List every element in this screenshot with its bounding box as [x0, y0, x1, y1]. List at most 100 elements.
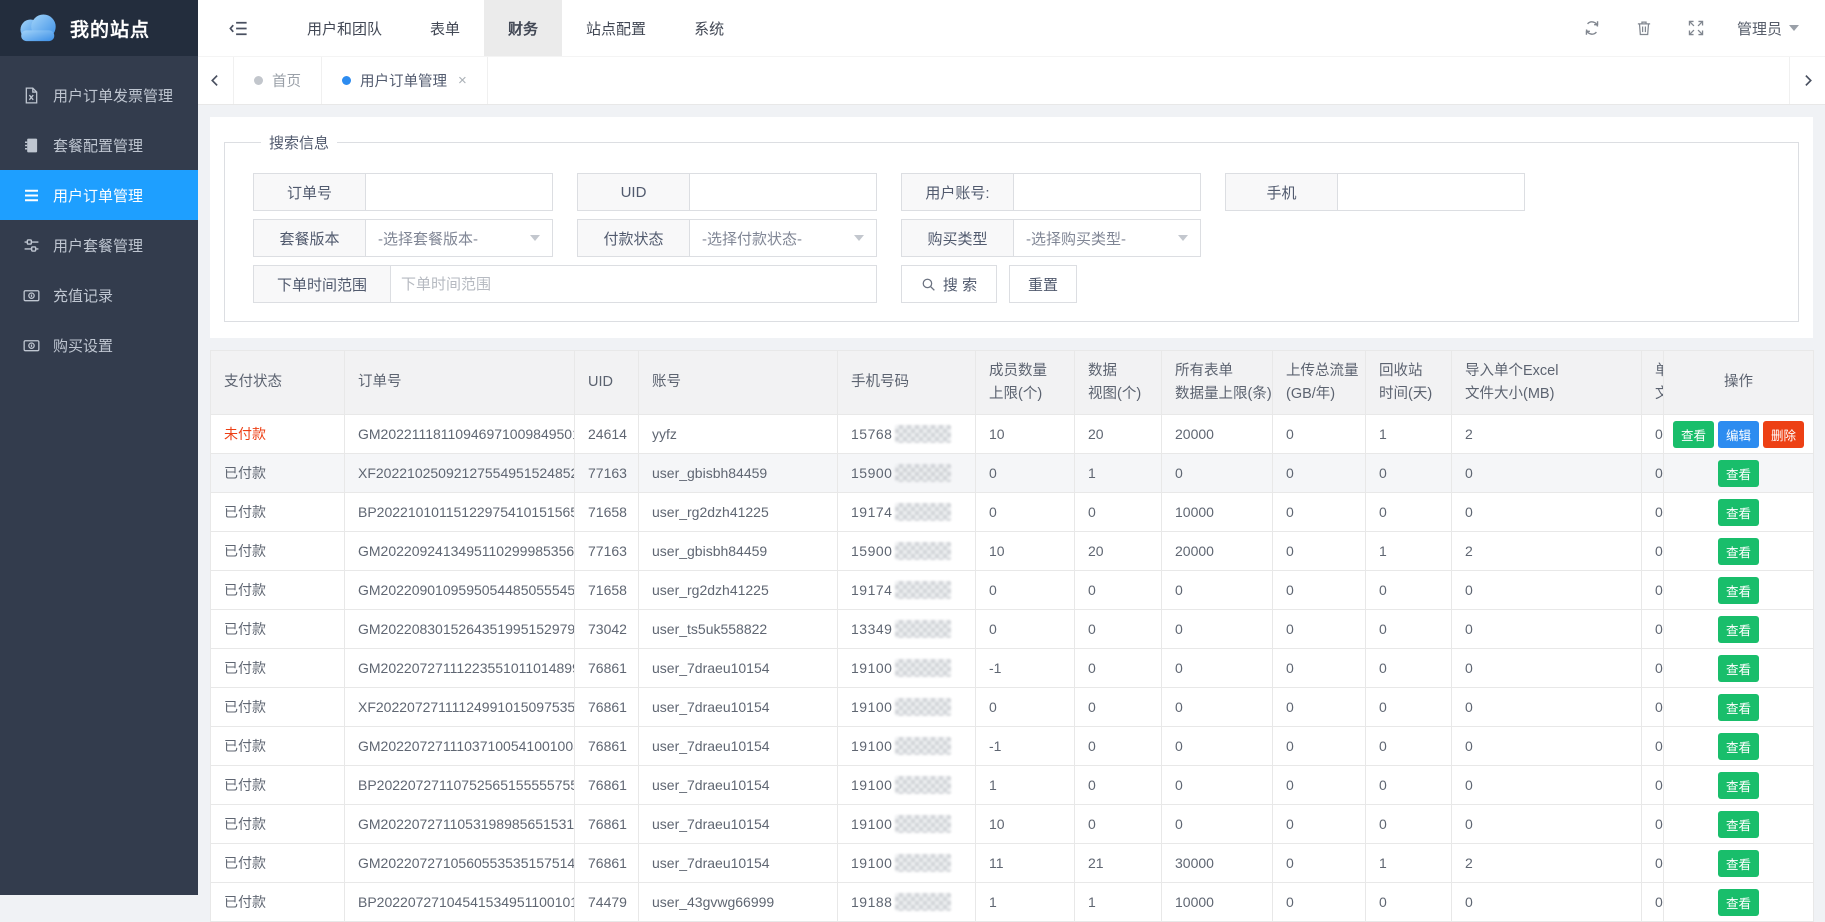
cell-clipped: 0: [1642, 766, 1664, 805]
view-button[interactable]: 查看: [1718, 694, 1759, 721]
tab-home[interactable]: 首页: [234, 57, 322, 104]
view-button[interactable]: 查看: [1718, 889, 1759, 916]
order-list-icon: [22, 186, 41, 205]
cell-actions: 查看: [1664, 571, 1814, 610]
phone-mosaic: [895, 698, 951, 716]
order-time-range-field: 下单时间范围: [253, 265, 877, 303]
invoice-file-icon: [22, 86, 41, 105]
phone-mosaic: [895, 581, 951, 599]
mobile-field: 手机: [1225, 173, 1525, 211]
phone-prefix: 13349: [851, 621, 892, 637]
menu-collapse-icon[interactable]: [228, 18, 249, 39]
view-button[interactable]: 查看: [1673, 421, 1714, 448]
cell-actions: 查看: [1664, 532, 1814, 571]
cell-clipped: 0: [1642, 805, 1664, 844]
nav-item-users-teams[interactable]: 用户和团队: [283, 0, 406, 56]
cell-actions: 查看: [1664, 493, 1814, 532]
sidebar-item-user-packages[interactable]: 用户套餐管理: [0, 220, 198, 270]
table-row: 未付款GM2022111811094697100984950124614yyfz…: [211, 415, 1814, 454]
view-button[interactable]: 查看: [1718, 772, 1759, 799]
cell-phone: 19100: [838, 805, 976, 844]
sidebar-item-invoice-management[interactable]: 用户订单发票管理: [0, 70, 198, 120]
cloud-icon: [14, 10, 60, 47]
package-version-select[interactable]: -选择套餐版本-: [365, 219, 553, 257]
nav-item-site-config[interactable]: 站点配置: [562, 0, 670, 56]
edit-button[interactable]: 编辑: [1718, 421, 1759, 448]
user-menu[interactable]: 管理员: [1737, 18, 1799, 39]
phone-prefix: 19174: [851, 582, 892, 598]
orders-table: 支付状态订单号UID账号手机号码成员数量上限(个)数据视图(个)所有表单数据量上…: [210, 350, 1814, 922]
view-button[interactable]: 查看: [1718, 616, 1759, 643]
cell-clipped: 0: [1642, 454, 1664, 493]
view-button[interactable]: 查看: [1718, 577, 1759, 604]
cell-member-limit: 0: [976, 454, 1075, 493]
sidebar-item-purchase-settings[interactable]: 购买设置: [0, 320, 198, 370]
cell-order-no: GM20220727110531989856515310: [345, 805, 575, 844]
cell-account: user_7draeu10154: [639, 727, 838, 766]
cell-phone: 19100: [838, 649, 976, 688]
cell-payment-status: 已付款: [211, 883, 345, 922]
reset-button[interactable]: 重置: [1009, 265, 1077, 303]
cell-form-data-limit: 0: [1162, 454, 1273, 493]
search-legend: 搜索信息: [261, 132, 337, 153]
tab-dot: [342, 76, 351, 85]
tabs-scroll-left-icon[interactable]: [198, 57, 234, 104]
view-button[interactable]: 查看: [1718, 499, 1759, 526]
cell-phone: 13349: [838, 610, 976, 649]
phone-prefix: 19100: [851, 738, 892, 754]
cell-uid: 76861: [575, 766, 639, 805]
cell-clipped: 0: [1642, 844, 1664, 883]
package-config-icon: [22, 136, 41, 155]
cell-payment-status: 已付款: [211, 571, 345, 610]
cell-member-limit: 1: [976, 883, 1075, 922]
cell-phone: 19100: [838, 727, 976, 766]
phone-mosaic: [895, 854, 951, 872]
cell-data-views: 1: [1075, 454, 1162, 493]
cell-uid: 71658: [575, 493, 639, 532]
cell-member-limit: -1: [976, 649, 1075, 688]
nav-item-system[interactable]: 系统: [670, 0, 748, 56]
view-button[interactable]: 查看: [1718, 850, 1759, 877]
sidebar-item-recharge-records[interactable]: 充值记录: [0, 270, 198, 320]
tabs-scroll-right-icon[interactable]: [1789, 57, 1825, 104]
nav-item-finance[interactable]: 财务: [484, 0, 562, 56]
delete-button[interactable]: 删除: [1763, 421, 1804, 448]
cell-data-views: 0: [1075, 805, 1162, 844]
cell-clipped: 0: [1642, 727, 1664, 766]
nav-item-forms[interactable]: 表单: [406, 0, 484, 56]
cell-actions: 查看: [1664, 766, 1814, 805]
sidebar-item-user-orders[interactable]: 用户订单管理: [0, 170, 198, 220]
sidebar-item-label: 购买设置: [53, 335, 113, 356]
view-button[interactable]: 查看: [1718, 733, 1759, 760]
view-button[interactable]: 查看: [1718, 811, 1759, 838]
close-icon[interactable]: ×: [458, 72, 467, 89]
sidebar-item-package-config[interactable]: 套餐配置管理: [0, 120, 198, 170]
view-button[interactable]: 查看: [1718, 538, 1759, 565]
tab-user-order-management[interactable]: 用户订单管理 ×: [322, 57, 488, 104]
mobile-input[interactable]: [1337, 173, 1525, 211]
order-time-range-input[interactable]: [390, 265, 877, 303]
cell-upload-traffic: 0: [1273, 844, 1366, 883]
cell-uid: 76861: [575, 649, 639, 688]
cell-upload-traffic: 0: [1273, 649, 1366, 688]
view-button[interactable]: 查看: [1718, 460, 1759, 487]
fullscreen-icon[interactable]: [1687, 19, 1705, 37]
cell-excel-size: 0: [1452, 766, 1642, 805]
cell-actions: 查看: [1664, 805, 1814, 844]
cell-order-no: BP20220727110752565155555755: [345, 766, 575, 805]
column-header-12: 操作: [1664, 351, 1814, 415]
phone-mosaic: [895, 425, 951, 443]
user-account-input[interactable]: [1013, 173, 1201, 211]
refresh-icon[interactable]: [1583, 19, 1601, 37]
order-no-input[interactable]: [365, 173, 553, 211]
uid-input[interactable]: [689, 173, 877, 211]
search-button[interactable]: 搜 索: [901, 265, 997, 303]
payment-status-select[interactable]: -选择付款状态-: [689, 219, 877, 257]
view-button[interactable]: 查看: [1718, 655, 1759, 682]
cell-form-data-limit: 0: [1162, 805, 1273, 844]
cell-upload-traffic: 0: [1273, 415, 1366, 454]
trash-icon[interactable]: [1635, 19, 1653, 37]
column-header-3: 账号: [639, 351, 838, 415]
purchase-type-select[interactable]: -选择购买类型-: [1013, 219, 1201, 257]
cell-upload-traffic: 0: [1273, 454, 1366, 493]
